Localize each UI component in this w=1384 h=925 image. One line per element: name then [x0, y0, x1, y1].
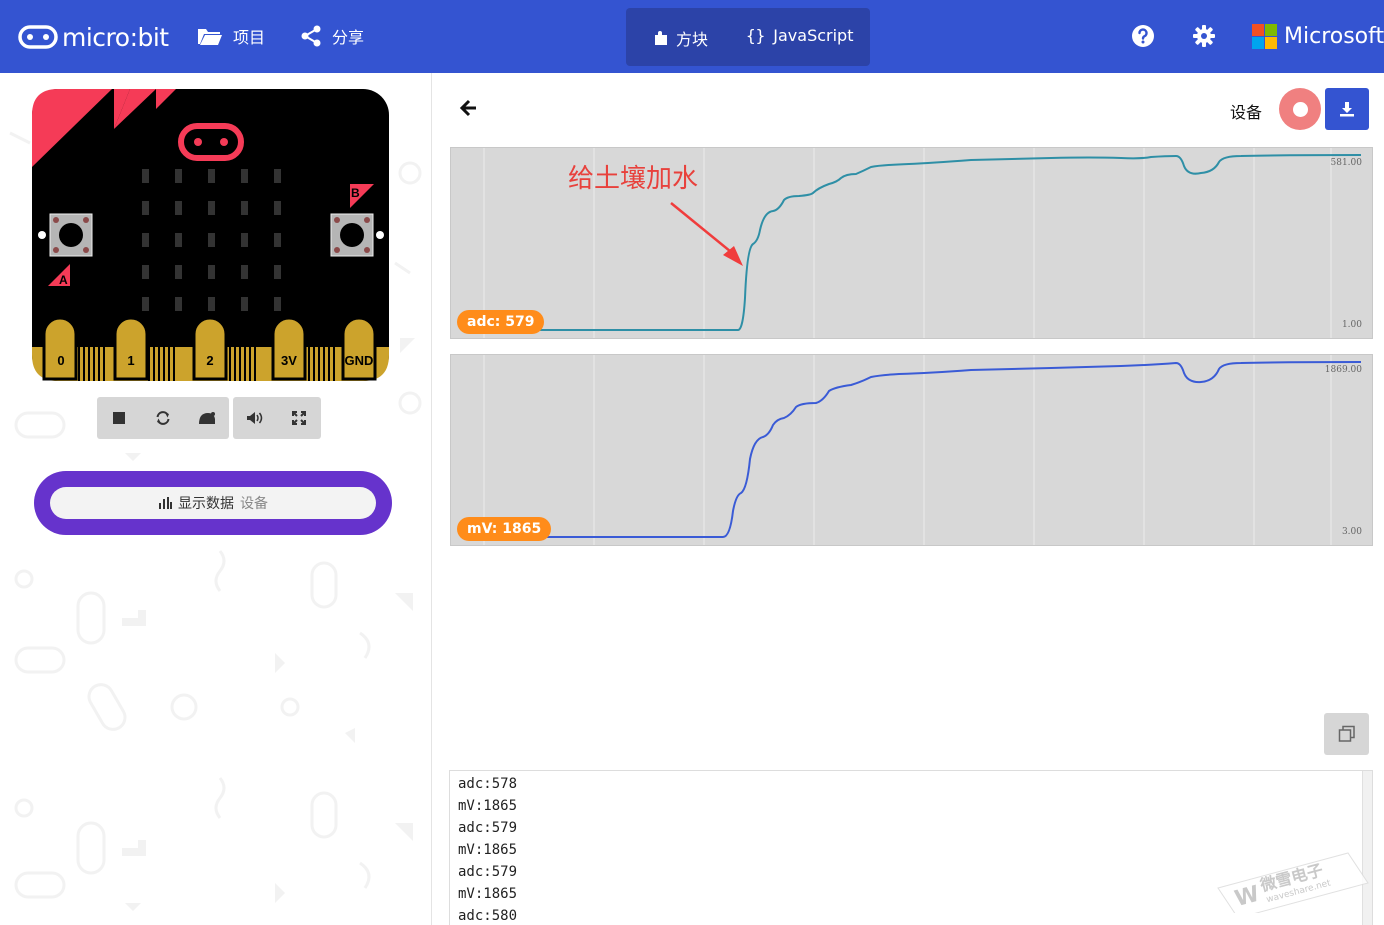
mv-chart-grid: [483, 355, 1332, 545]
pin-1-label: 1: [127, 353, 134, 368]
logo-text: micro:bit: [62, 22, 169, 52]
mv-min-label: 3.00: [1341, 527, 1362, 537]
mv-value-badge: mV: 1865: [457, 517, 552, 541]
projects-button[interactable]: 项目: [197, 24, 265, 48]
mv-chart-plot: [483, 355, 1362, 545]
button-a-label: A: [59, 273, 68, 287]
annotation-arrow: [670, 202, 743, 266]
share-label: 分享: [332, 28, 365, 47]
pin-2-label: 2: [206, 353, 213, 368]
mute-button[interactable]: [233, 397, 277, 439]
microsoft-label: Microsoft: [1284, 24, 1384, 49]
adc-value-badge: adc: 579: [457, 310, 545, 334]
waveshare-watermark: W 微雪电子 waveshare.net: [1217, 852, 1369, 913]
help-icon[interactable]: [1131, 24, 1155, 48]
show-data-device-button[interactable]: 显示数据 设备: [50, 487, 376, 519]
pin-gnd-label: GND: [345, 353, 374, 368]
pin-0-label: 0: [57, 353, 64, 368]
download-icon: [1340, 102, 1354, 117]
record-icon: [1292, 101, 1308, 117]
stop-button[interactable]: [97, 397, 141, 439]
simulator-view-group: [233, 397, 321, 439]
sound-icon: [247, 412, 263, 424]
share-icon: [301, 25, 321, 47]
simulator-run-group: [97, 397, 229, 439]
simulator-panel: A B 0 1 2 3V GND 显示数据 设备: [0, 73, 432, 925]
serial-source-label: 设备: [1230, 103, 1263, 122]
microsoft-windows-icon: [1252, 24, 1277, 49]
button-b[interactable]: [330, 213, 374, 257]
restart-button[interactable]: [141, 397, 185, 439]
adc-min-label: 1.00: [1341, 320, 1362, 330]
pin-3v-label: 3V: [281, 353, 297, 368]
console-line: mV:1865: [458, 798, 518, 814]
microsoft-logo[interactable]: Microsoft: [1252, 24, 1384, 49]
record-button[interactable]: [1279, 88, 1321, 130]
restart-icon: [156, 411, 170, 425]
blocks-tab[interactable]: 方块: [654, 26, 708, 50]
microbit-logo-icon: [18, 25, 58, 49]
microbit-logo[interactable]: micro:bit: [18, 20, 169, 54]
adc-max-label: 581.00: [1330, 158, 1363, 168]
settings-gear-icon[interactable]: [1192, 24, 1216, 48]
adc-chart: 给土壤加水 581.00 1.00 adc: 579: [450, 147, 1373, 339]
annotation-text: 给土壤加水: [568, 164, 699, 194]
show-data-label: 显示数据: [178, 496, 234, 512]
console-line: adc:578: [458, 776, 518, 792]
fullscreen-button[interactable]: [277, 397, 321, 439]
download-button[interactable]: [1325, 88, 1369, 130]
back-arrow-icon[interactable]: [459, 99, 479, 117]
button-a[interactable]: [49, 213, 93, 257]
slow-motion-icon: [199, 412, 215, 424]
fullscreen-icon: [292, 411, 306, 425]
microbit-board[interactable]: A B 0 1 2 3V GND: [32, 89, 389, 381]
mv-max-label: 1869.00: [1324, 365, 1362, 375]
makecode-app: micro:bit 项目 分享 方块 {} JavaScript Microso…: [0, 0, 1384, 925]
projects-label: 项目: [233, 28, 266, 47]
mv-chart: 1869.00 3.00 mV: 1865: [450, 354, 1373, 546]
puzzle-icon: [655, 31, 667, 45]
folder-icon: [198, 29, 222, 45]
button-b-label: B: [351, 186, 360, 200]
show-data-button-frame: 显示数据 设备: [34, 471, 392, 535]
share-button[interactable]: 分享: [300, 24, 364, 48]
stop-icon: [113, 412, 125, 424]
copy-icon: [1338, 725, 1355, 742]
javascript-label: JavaScript: [773, 26, 854, 45]
braces-icon: {}: [746, 26, 766, 45]
javascript-tab[interactable]: {} JavaScript: [746, 26, 853, 45]
bar-chart-icon: [159, 497, 172, 509]
slow-motion-button[interactable]: [185, 397, 229, 439]
blocks-label: 方块: [676, 30, 709, 49]
editor-mode-toggle: 方块 {} JavaScript: [626, 8, 870, 66]
top-bar: micro:bit 项目 分享 方块 {} JavaScript Microso…: [0, 0, 1384, 73]
serial-data-panel: 设备 给土壤加水 581.00 1.00 adc: 579 1869.00 3.…: [433, 73, 1384, 925]
copy-button[interactable]: [1324, 713, 1369, 755]
mv-series-line: [526, 361, 1362, 538]
simulator-controls: [97, 397, 321, 439]
show-data-device-label: 设备: [240, 496, 268, 512]
